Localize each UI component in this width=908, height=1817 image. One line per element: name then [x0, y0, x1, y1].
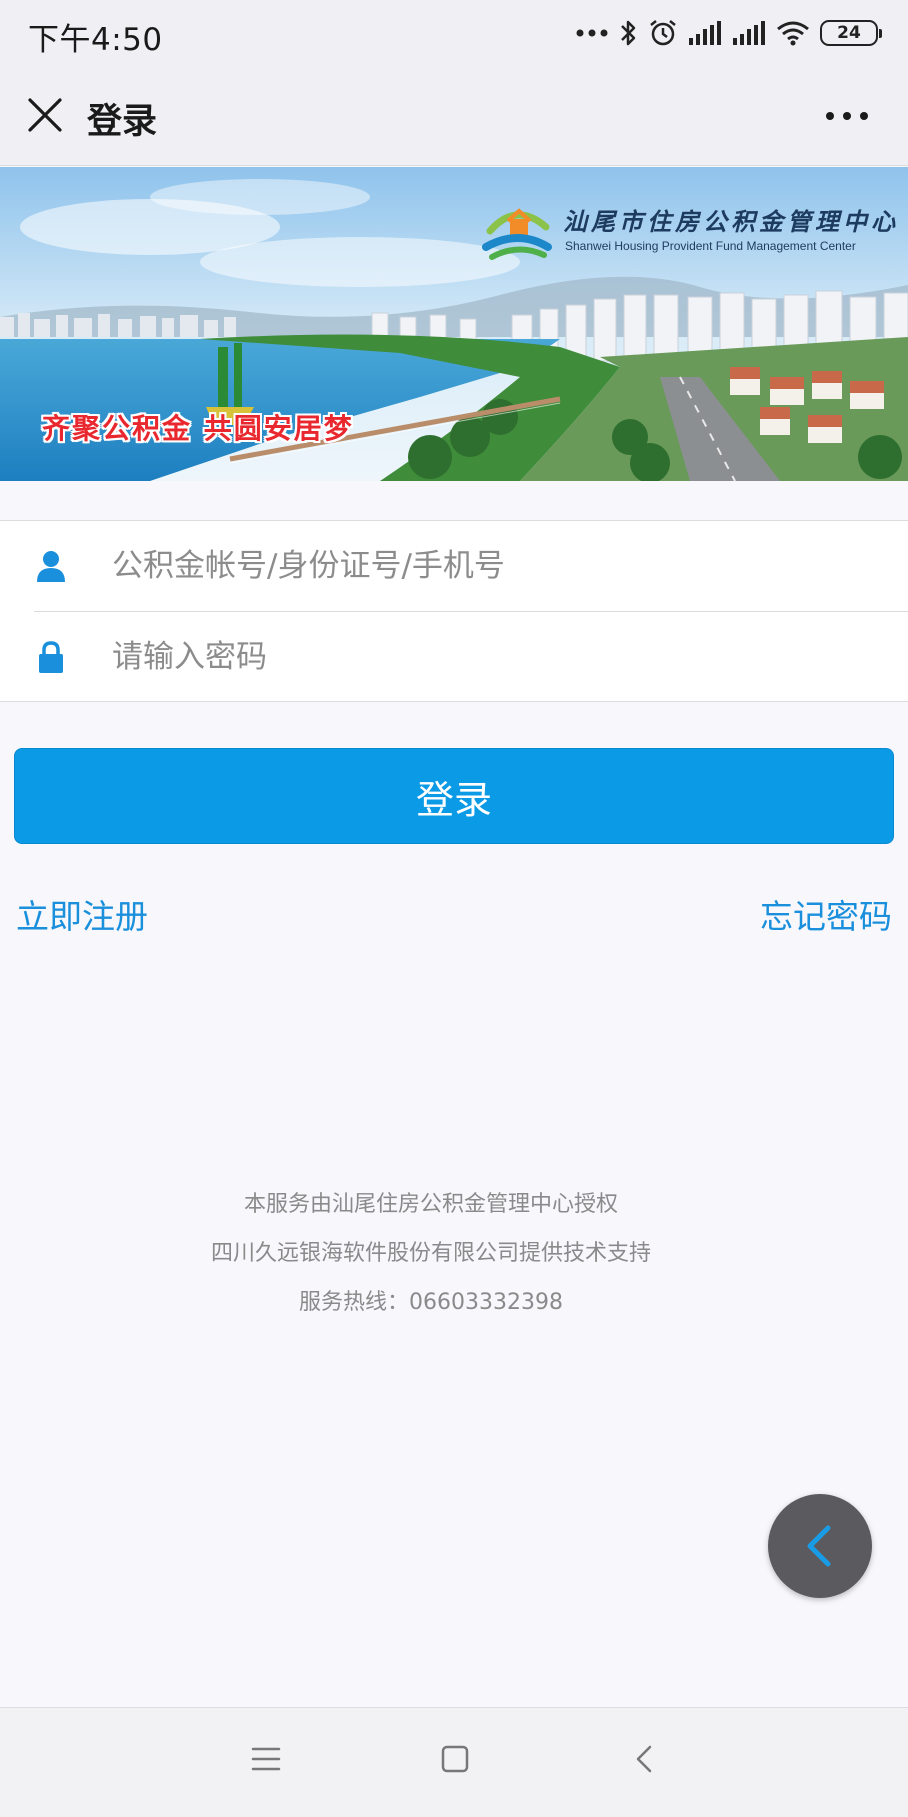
more-dots-icon	[576, 29, 608, 37]
banner-org-name-en: Shanwei Housing Provident Fund Managemen…	[565, 239, 856, 253]
signal-icon	[733, 21, 765, 45]
banner: 汕尾市住房公积金管理中心 Shanwei Housing Provident F…	[0, 167, 908, 481]
password-input[interactable]	[112, 630, 872, 684]
close-icon[interactable]	[26, 96, 64, 134]
alarm-icon	[650, 20, 676, 46]
banner-org-name: 汕尾市住房公积金管理中心	[563, 207, 899, 236]
register-link[interactable]: 立即注册	[16, 890, 148, 938]
login-form	[0, 520, 908, 702]
banner-slogan: 齐聚公积金 共圆安居梦	[42, 412, 354, 445]
status-time: 下午4:50	[28, 22, 163, 58]
floating-back-button[interactable]	[768, 1494, 872, 1598]
battery-icon: 24	[820, 20, 882, 46]
menu-icon[interactable]	[250, 1744, 282, 1774]
login-button-label: 登录	[415, 777, 492, 822]
account-row	[0, 521, 908, 612]
footer-tech-support: 四川久远银海软件股份有限公司提供技术支持	[210, 1241, 651, 1266]
signal-icon	[689, 21, 721, 45]
forgot-password-link[interactable]: 忘记密码	[760, 890, 892, 938]
lock-icon	[39, 641, 63, 673]
back-icon[interactable]	[632, 1744, 656, 1774]
system-nav-bar	[0, 1707, 908, 1817]
chevron-left-icon	[807, 1525, 831, 1567]
status-icons: 24	[576, 16, 882, 50]
footer-authorization: 本服务由汕尾住房公积金管理中心授权	[243, 1192, 618, 1217]
status-bar: 下午4:50 24	[0, 0, 908, 66]
footer-hotline: 服务热线：06603332398	[299, 1290, 563, 1315]
battery-level: 24	[837, 23, 861, 43]
login-button[interactable]: 登录	[14, 748, 894, 844]
footer-info: 本服务由汕尾住房公积金管理中心授权 四川久远银海软件股份有限公司提供技术支持 服…	[0, 1180, 862, 1327]
user-icon	[37, 551, 65, 582]
bluetooth-icon	[621, 20, 636, 46]
account-input[interactable]	[112, 539, 872, 593]
more-icon[interactable]	[824, 110, 870, 122]
password-row	[0, 612, 908, 702]
page-title: 登录	[87, 102, 158, 142]
home-icon[interactable]	[440, 1744, 470, 1774]
nav-bar: 登录	[0, 66, 908, 166]
wifi-icon	[777, 21, 809, 46]
